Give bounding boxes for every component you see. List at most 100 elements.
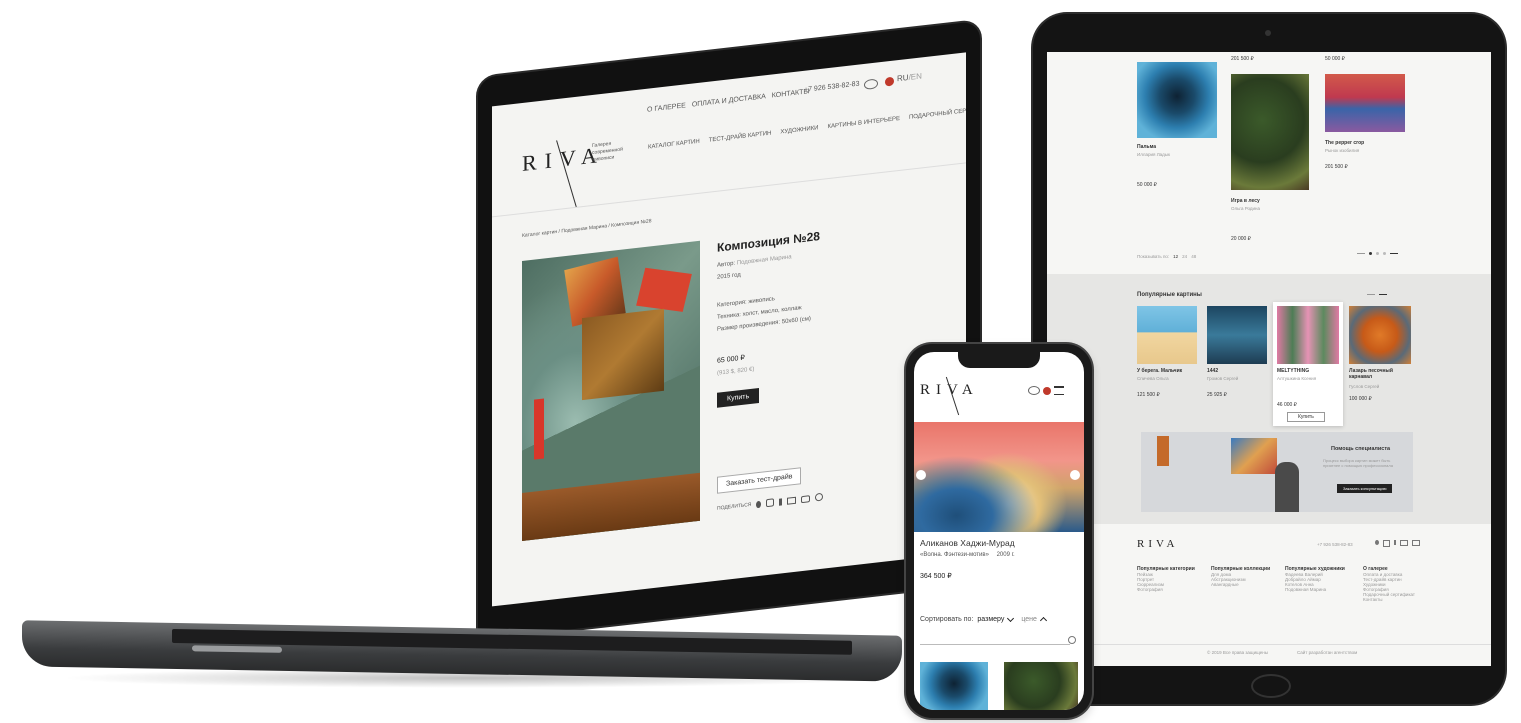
tablet-home-button[interactable] [1251, 674, 1291, 698]
phone-grid-image-1[interactable] [920, 662, 988, 710]
hero-prev-icon[interactable] [916, 470, 926, 480]
popular-title-4[interactable]: Лазарь песочный карнавал [1349, 368, 1411, 380]
footer-youtube-icon[interactable] [1412, 540, 1420, 546]
consultation-button[interactable]: Заказать консультацию [1337, 484, 1393, 493]
banner-person [1275, 462, 1299, 512]
show-per-page: Показывать по: 12 24 48 [1137, 254, 1196, 259]
lang-en[interactable]: EN [911, 71, 922, 81]
developer-credit[interactable]: Сайт разработан агентством [1297, 650, 1357, 655]
menu-icon[interactable] [1054, 386, 1064, 395]
footer-link[interactable]: Авангардные [1211, 582, 1271, 587]
grid-item-title-3[interactable]: The pepper crop [1325, 140, 1364, 146]
popular-title-2[interactable]: 1442 [1207, 368, 1218, 374]
next-page-arrow-icon[interactable] [1390, 253, 1398, 254]
banner-art-held [1231, 438, 1277, 474]
main-nav: КАТАЛОГ КАРТИН ТЕСТ-ДРАЙВ КАРТИН ХУДОЖНИ… [648, 105, 966, 150]
test-drive-button[interactable]: Заказать тест-драйв [717, 467, 802, 494]
footer-link[interactable]: Подовжная Марина [1285, 587, 1349, 592]
author-link[interactable]: Подовжная Марина [737, 254, 792, 266]
artwork-price-alt: (913 $, 820 €) [717, 366, 755, 377]
footer-link[interactable]: Фотография [1137, 587, 1197, 592]
popular-panel: Популярные картины У берега. Мальчик Спи… [1047, 274, 1491, 524]
sort-by-price[interactable]: цене [1021, 616, 1037, 623]
artwork-year: 2015 год [717, 272, 741, 281]
popular-next-icon[interactable] [1379, 294, 1387, 295]
footer-social [1375, 540, 1420, 547]
popular-title-1[interactable]: У берега. Мальчик [1137, 368, 1182, 374]
copyright: © 2019 Все права защищены [1207, 650, 1269, 655]
nav-catalog[interactable]: КАТАЛОГ КАРТИН [648, 139, 700, 151]
popular-title-3[interactable]: MELTYTHING [1277, 368, 1309, 374]
footer-facebook-icon[interactable] [1394, 540, 1396, 545]
youtube-icon[interactable] [801, 494, 811, 503]
show-label: Показывать по: [1137, 254, 1170, 259]
footer-link[interactable]: Контакты [1363, 597, 1427, 602]
pagination [1357, 252, 1398, 255]
popular-author-4: Гуслов Сергей [1349, 384, 1380, 389]
phone-number[interactable]: +7 926 538-82-83 [804, 81, 859, 94]
phone-device: RIVA Аликанов Хаджи-Мурад «Волна. Фэнтез… [906, 344, 1092, 718]
footer-columns: Популярные категории Пейзаж Портрет Сюрр… [1137, 566, 1427, 602]
grid-item-image-2[interactable] [1231, 74, 1309, 190]
nav-test-drive[interactable]: ТЕСТ-ДРАЙВ КАРТИН [709, 131, 772, 144]
sort-by-size[interactable]: размеру [977, 616, 1004, 623]
nav-artists[interactable]: ХУДОЖНИКИ [780, 125, 818, 135]
sort-bar: Сортировать по: размеру цене [920, 614, 1047, 625]
vk-icon[interactable] [787, 496, 797, 505]
popular-image-2[interactable] [1207, 306, 1267, 364]
phone-grid-image-2[interactable] [1004, 662, 1078, 710]
phone-cart-icon[interactable] [1043, 386, 1051, 395]
page-dot-1[interactable] [1369, 252, 1372, 255]
hero-work: «Волна. Фэнтези-мотив» 2009 г. [920, 552, 1015, 558]
whatsapp-icon[interactable] [815, 492, 824, 502]
grid-item-image-1[interactable] [1137, 62, 1217, 138]
page-dot-3[interactable] [1383, 252, 1386, 255]
footer-pinterest-icon[interactable] [1375, 540, 1379, 545]
facebook-icon[interactable] [779, 497, 783, 506]
search-input[interactable] [920, 644, 1070, 645]
footer-instagram-icon[interactable] [1383, 540, 1390, 547]
nav-gift[interactable]: ПОДАРОЧНЫЙ СЕРТИФИКАТ [909, 105, 966, 121]
hero-painting[interactable] [914, 422, 1084, 532]
painting-image[interactable] [522, 240, 700, 541]
pinterest-icon[interactable] [756, 500, 762, 508]
footer-phone[interactable]: +7 926 538-82-83 [1317, 542, 1353, 547]
footer-logo[interactable]: RIVA [1137, 538, 1178, 550]
chevron-up-icon[interactable] [1039, 616, 1047, 625]
language-switch[interactable]: RU/EN [897, 71, 922, 83]
footer-col-3: Популярные художники Фадеева Валерий Доб… [1285, 566, 1349, 602]
lang-ru[interactable]: RU [897, 73, 909, 83]
popular-image-4[interactable] [1349, 306, 1411, 364]
popular-prev-icon[interactable] [1367, 294, 1375, 295]
popular-image-3[interactable] [1277, 306, 1339, 364]
popular-image-1[interactable] [1137, 306, 1197, 364]
grid-item-title-2[interactable]: Игра в лесу [1231, 198, 1260, 204]
hero-work-year: 2009 г. [996, 552, 1015, 558]
eye-icon[interactable] [864, 78, 878, 90]
top-link-delivery[interactable]: ОПЛАТА И ДОСТАВКА [692, 93, 766, 108]
hero-next-icon[interactable] [1070, 470, 1080, 480]
show-option-12[interactable]: 12 [1173, 254, 1178, 259]
buy-button[interactable]: Купить [717, 387, 760, 408]
breadcrumb[interactable]: Каталог картин / Подовжная Марина / Комп… [522, 218, 652, 239]
instagram-icon[interactable] [766, 498, 775, 508]
popular-buy-button[interactable]: Купить [1287, 412, 1325, 422]
top-link-about[interactable]: О ГАЛЕРЕЕ [647, 102, 686, 113]
footer-vk-icon[interactable] [1400, 540, 1408, 546]
popular-price-4: 100 000 ₽ [1349, 396, 1372, 402]
page-dot-2[interactable] [1376, 252, 1379, 255]
nav-interior[interactable]: КАРТИНЫ В ИНТЕРЬЕРЕ [828, 116, 900, 130]
grid-item-title-1[interactable]: Пальма [1137, 144, 1156, 150]
footer-col-4: О галерее Оплата и доставка Тест-драйв к… [1363, 566, 1427, 602]
chevron-down-icon[interactable] [1007, 614, 1015, 622]
show-option-48[interactable]: 48 [1191, 254, 1196, 259]
share-label: ПОДЕЛИТЬСЯ [717, 501, 752, 512]
search-icon[interactable] [1068, 636, 1076, 644]
prev-page-arrow-icon[interactable] [1357, 253, 1365, 254]
phone-eye-icon[interactable] [1028, 386, 1040, 395]
popular-card-hover[interactable]: MELTYTHING Алтушкина Ксения 46 000 ₽ Куп… [1273, 302, 1343, 426]
show-option-24[interactable]: 24 [1182, 254, 1187, 259]
hero-artist[interactable]: Аликанов Хаджи-Мурад [920, 538, 1015, 548]
cart-icon[interactable] [885, 76, 895, 87]
grid-item-image-3[interactable] [1325, 74, 1405, 132]
